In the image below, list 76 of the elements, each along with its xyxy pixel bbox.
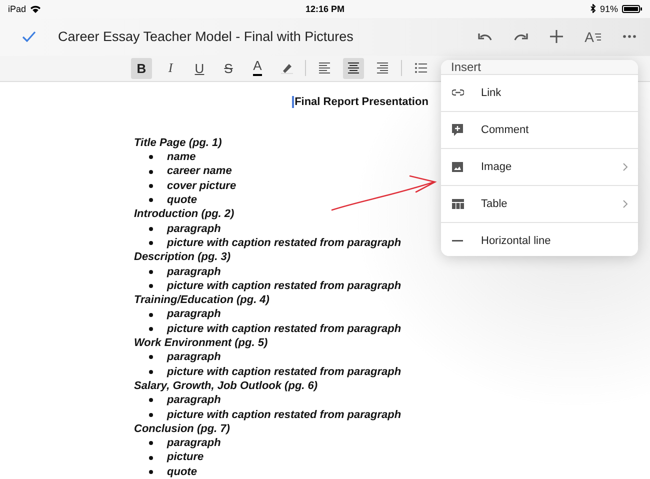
align-center-icon xyxy=(348,62,359,74)
underline-button[interactable]: U xyxy=(189,58,210,79)
list-item: paragraph xyxy=(167,350,221,365)
bullet-icon xyxy=(149,355,153,360)
italic-button[interactable]: I xyxy=(160,58,181,79)
align-center-button[interactable] xyxy=(343,58,364,79)
table-icon xyxy=(452,198,464,210)
device-name: iPad xyxy=(8,4,26,14)
list-item: name xyxy=(167,150,196,164)
document-heading: Final Report Presentation xyxy=(292,96,428,108)
bullet-icon xyxy=(149,412,153,417)
bullet-icon xyxy=(149,270,153,274)
list-item: paragraph xyxy=(167,222,221,236)
battery-icon xyxy=(622,4,642,13)
bullet-icon xyxy=(149,241,153,246)
list-item: career name xyxy=(167,164,232,179)
section-heading: Introduction (pg. 2) xyxy=(134,207,236,222)
bullet-icon xyxy=(149,312,153,317)
list-item: paragraph xyxy=(167,393,221,408)
section-heading: Description (pg. 3) xyxy=(134,250,232,265)
bullet-icon xyxy=(149,441,153,446)
strikethrough-button[interactable]: S xyxy=(218,58,239,79)
wifi-icon xyxy=(30,4,42,13)
menu-item[interactable]: Horizontal line xyxy=(441,223,638,256)
align-right-icon xyxy=(377,62,388,74)
list-item: paragraph xyxy=(167,307,221,322)
section-heading: Conclusion (pg. 7) xyxy=(134,422,231,436)
section-heading: Salary, Growth, Job Outlook (pg. 6) xyxy=(134,378,319,394)
checkmark-icon[interactable] xyxy=(22,31,36,42)
document-title: Career Essay Teacher Model - Final with Pictures xyxy=(58,29,354,44)
text-color-button[interactable]: A xyxy=(247,58,268,79)
list-item: picture with caption restated from paragraph xyxy=(167,322,402,336)
comment-plus-icon xyxy=(452,124,464,136)
bullet-icon xyxy=(149,184,153,188)
list-item: paragraph xyxy=(167,436,221,450)
bullet-icon xyxy=(149,226,153,231)
bullet-icon xyxy=(149,170,153,174)
bold-button[interactable]: B xyxy=(131,58,152,79)
bullet-icon xyxy=(149,398,153,402)
menu-title: Insert xyxy=(451,60,482,74)
section-heading: Title Page (pg. 1) xyxy=(134,136,223,150)
list-item: quote xyxy=(167,193,197,208)
list-item: picture with caption restated from paragraph xyxy=(167,408,402,422)
bullet-icon xyxy=(149,198,153,202)
menu-item[interactable]: Link xyxy=(441,75,638,112)
bullet-icon xyxy=(149,470,153,474)
list-item: picture with caption restated from paragraph xyxy=(167,236,402,250)
lines-icon xyxy=(594,32,601,42)
bullet-icon xyxy=(149,284,153,288)
list-item: quote xyxy=(167,464,197,479)
bullet-icon xyxy=(149,456,153,460)
menu-item[interactable]: Table xyxy=(441,186,638,223)
list-item: cover picture xyxy=(167,178,236,194)
menu-item[interactable]: Image xyxy=(441,149,638,186)
bullet-icon xyxy=(149,155,153,160)
bullet-icon xyxy=(149,370,153,374)
menu-item[interactable]: Comment xyxy=(441,112,638,149)
list-item: picture with caption restated from paragraph xyxy=(167,364,402,379)
highlighter-icon xyxy=(280,62,292,74)
section-heading: Work Environment (pg. 5) xyxy=(134,336,269,350)
bluetooth-icon xyxy=(590,4,596,14)
bullet-icon xyxy=(149,326,153,331)
undo-icon[interactable] xyxy=(478,32,492,42)
text-format-button[interactable]: A xyxy=(584,28,601,45)
add-icon[interactable] xyxy=(550,30,563,44)
section-heading: Training/Education (pg. 4) xyxy=(134,293,270,308)
more-icon[interactable] xyxy=(623,35,636,38)
list-item: picture with caption restated from paragraph xyxy=(167,278,402,294)
list-item: paragraph xyxy=(167,264,221,279)
bulleted-list-icon xyxy=(414,63,426,74)
image-icon xyxy=(452,161,464,173)
clock-time: 12:16 PM xyxy=(305,4,345,14)
battery-percent: 91% xyxy=(600,4,618,14)
redo-icon[interactable] xyxy=(514,32,528,42)
list-item: picture xyxy=(167,450,204,465)
align-left-icon xyxy=(319,62,330,74)
